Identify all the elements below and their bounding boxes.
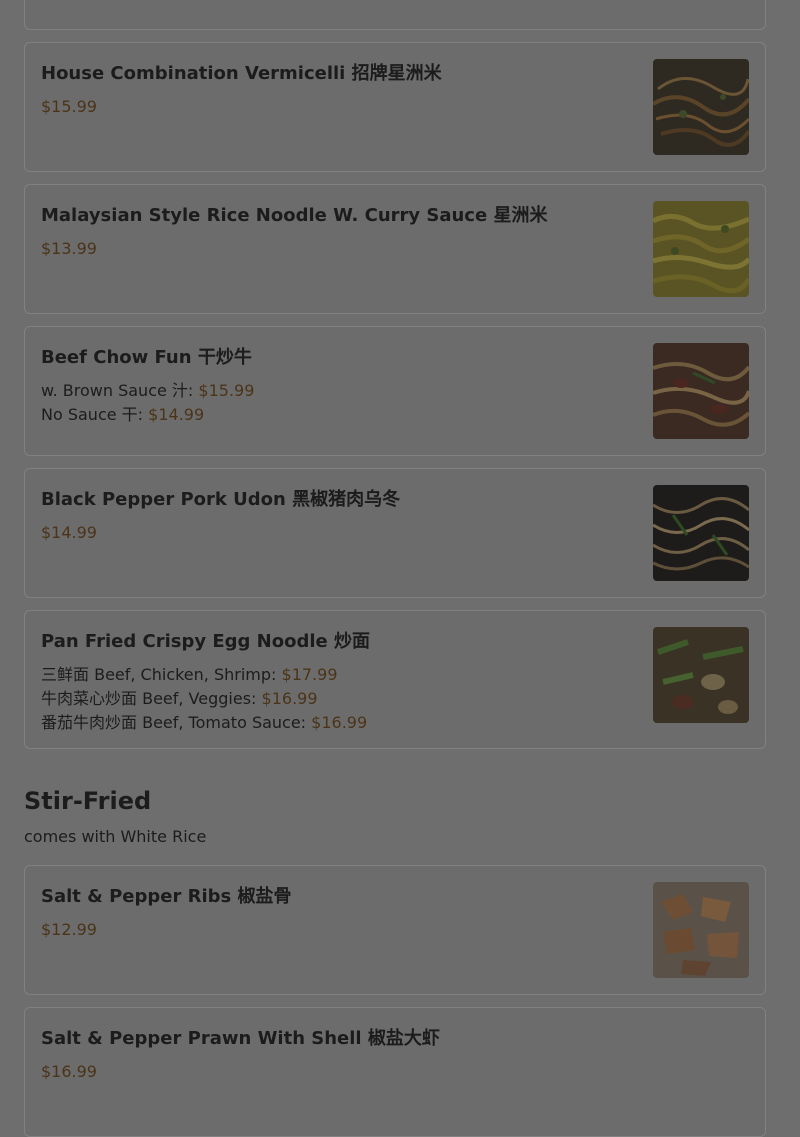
food-photo [653,882,749,978]
menu-item-card-partial[interactable] [24,0,766,30]
food-photo [653,343,749,439]
menu-page: House Combination Vermicelli 招牌星洲米 $15.9… [0,0,800,1137]
price-value: $14.99 [148,405,205,424]
menu-item-card[interactable]: Beef Chow Fun 干炒牛 w. Brown Sauce 汁: $15.… [24,326,766,456]
menu-item-prices: $13.99 [41,237,97,261]
section-title: Stir-Fried [24,787,152,815]
food-photo [653,485,749,581]
price-line: No Sauce 干: $14.99 [41,403,254,427]
food-photo [653,59,749,155]
price-label: 番茄牛肉炒面 Beef, Tomato Sauce: [41,713,307,732]
price-value: $16.99 [261,689,318,708]
price-value: $14.99 [41,523,97,542]
menu-item-name: Salt & Pepper Prawn With Shell 椒盐大虾 [41,1028,440,1049]
menu-item-prices: $12.99 [41,918,97,942]
menu-item-name: House Combination Vermicelli 招牌星洲米 [41,63,442,84]
menu-item-name: Malaysian Style Rice Noodle W. Curry Sau… [41,205,548,226]
price-line: $12.99 [41,918,97,942]
menu-item-name: Pan Fried Crispy Egg Noodle 炒面 [41,631,371,652]
food-photo [653,627,749,723]
menu-item-name: Beef Chow Fun 干炒牛 [41,347,252,368]
section-subtitle: comes with White Rice [24,827,207,846]
menu-item-prices: w. Brown Sauce 汁: $15.99 No Sauce 干: $14… [41,379,254,427]
menu-item-card[interactable]: Black Pepper Pork Udon 黑椒猪肉乌冬 $14.99 [24,468,766,598]
price-label: 牛肉菜心炒面 Beef, Veggies: [41,689,257,708]
menu-item-card[interactable]: House Combination Vermicelli 招牌星洲米 $15.9… [24,42,766,172]
price-line: 牛肉菜心炒面 Beef, Veggies: $16.99 [41,687,367,711]
price-value: $16.99 [311,713,368,732]
food-photo-partial [653,0,749,13]
menu-item-card[interactable]: Pan Fried Crispy Egg Noodle 炒面 三鲜面 Beef,… [24,610,766,749]
price-line: 番茄牛肉炒面 Beef, Tomato Sauce: $16.99 [41,711,367,735]
menu-item-card[interactable]: Malaysian Style Rice Noodle W. Curry Sau… [24,184,766,314]
menu-item-prices: $14.99 [41,521,97,545]
price-value: $15.99 [41,97,97,116]
food-photo [653,201,749,297]
price-line: $15.99 [41,95,97,119]
price-line: $14.99 [41,521,97,545]
price-label: 三鲜面 Beef, Chicken, Shrimp: [41,665,277,684]
menu-item-card[interactable]: Salt & Pepper Prawn With Shell 椒盐大虾 $16.… [24,1007,766,1137]
menu-item-prices: $15.99 [41,95,97,119]
menu-item-prices: 三鲜面 Beef, Chicken, Shrimp: $17.99 牛肉菜心炒面… [41,663,367,735]
price-value: $13.99 [41,239,97,258]
price-value: $12.99 [41,920,97,939]
price-line: 三鲜面 Beef, Chicken, Shrimp: $17.99 [41,663,367,687]
price-line: $16.99 [41,1060,97,1084]
menu-item-card[interactable]: Salt & Pepper Ribs 椒盐骨 $12.99 [24,865,766,995]
menu-item-name: Black Pepper Pork Udon 黑椒猪肉乌冬 [41,489,401,510]
price-line: w. Brown Sauce 汁: $15.99 [41,379,254,403]
price-value: $16.99 [41,1062,97,1081]
price-label: w. Brown Sauce 汁: [41,381,194,400]
price-label: No Sauce 干: [41,405,144,424]
price-line: $13.99 [41,237,97,261]
price-value: $17.99 [281,665,338,684]
price-value: $15.99 [198,381,255,400]
menu-item-name: Salt & Pepper Ribs 椒盐骨 [41,886,292,907]
menu-item-prices: $16.99 [41,1060,97,1084]
